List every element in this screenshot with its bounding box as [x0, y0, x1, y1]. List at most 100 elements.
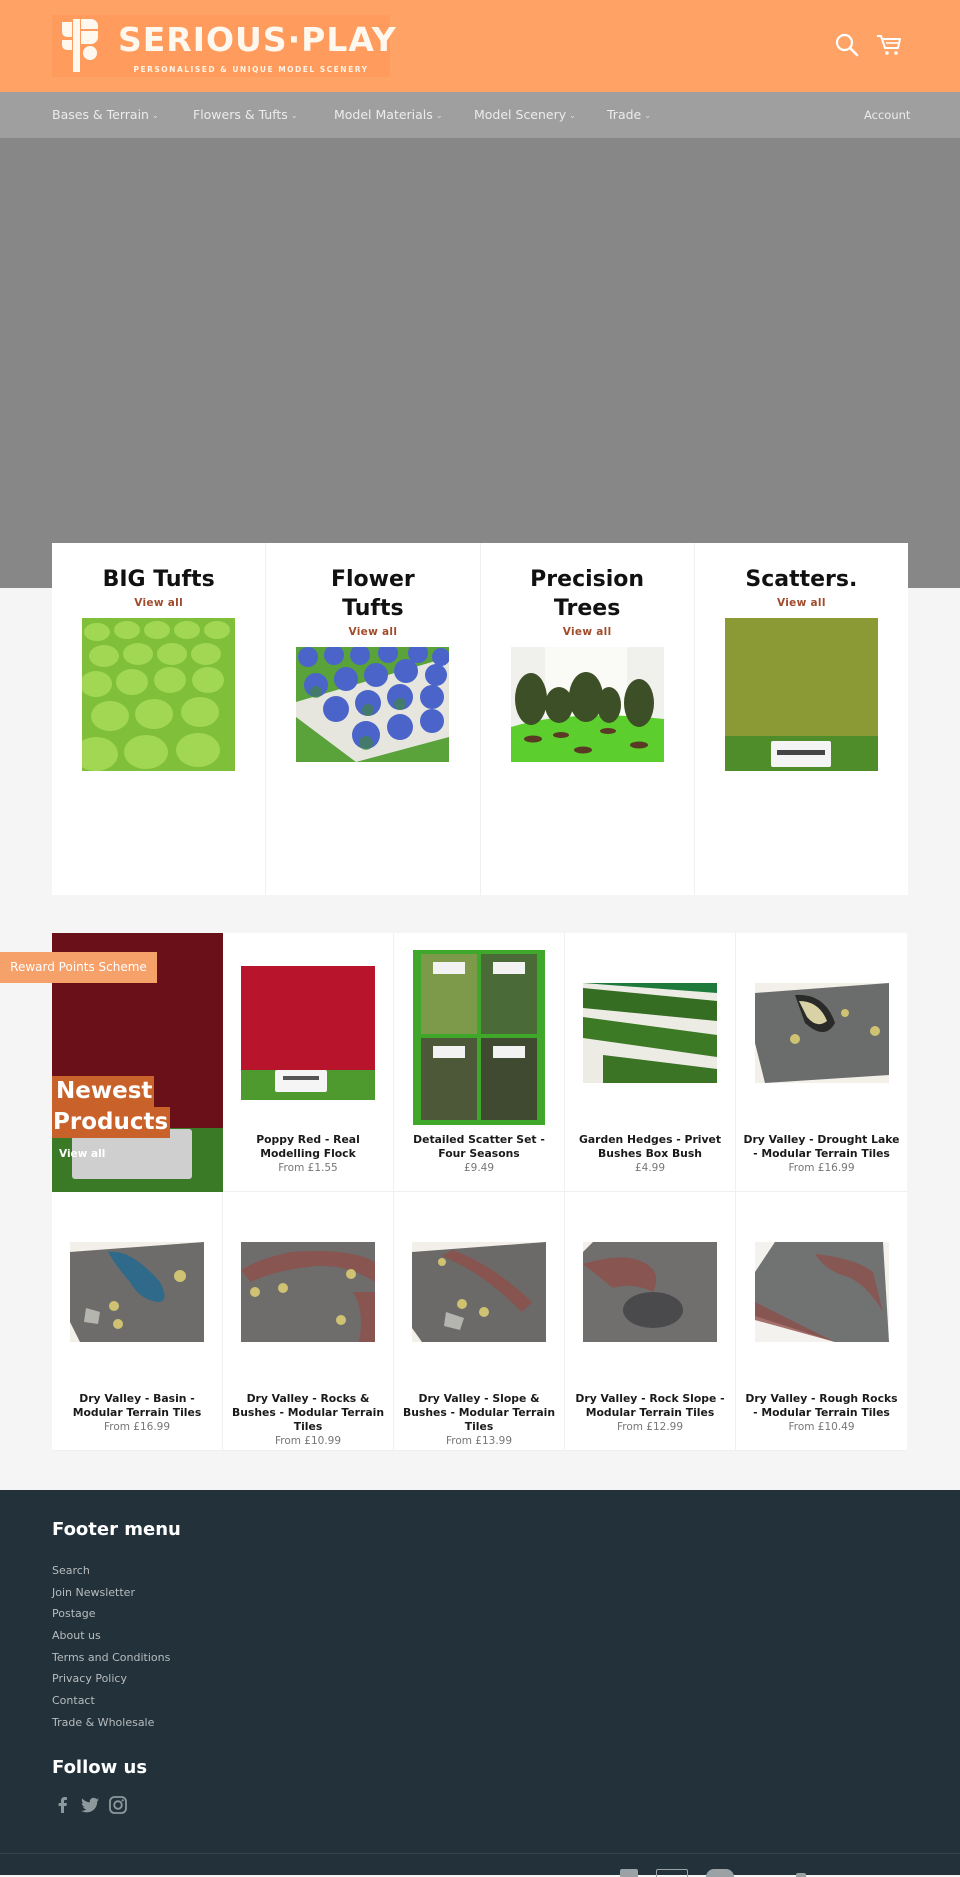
follow-us-heading: Follow us	[52, 1757, 148, 1778]
product-title: Garden Hedges - Privet Bushes Box Bush	[579, 1133, 721, 1160]
footer-menu-heading: Footer menu	[52, 1519, 181, 1540]
search-icon[interactable]	[834, 32, 860, 58]
product-card[interactable]: Detailed Scatter Set - Four Seasons £9.4…	[394, 933, 565, 1192]
product-price: From £10.99	[274, 1435, 342, 1447]
nav-label: Trade	[607, 107, 642, 122]
product-price: From £16.99	[788, 1162, 855, 1174]
account-link[interactable]: Account	[864, 92, 910, 138]
site-header: SERIOUS·PLAY PERSONALISED & UNIQUE MODEL…	[0, 0, 960, 92]
product-title: Poppy Red - Real Modelling Flock	[256, 1133, 360, 1160]
collection-big-tufts[interactable]: BIG Tufts View all	[52, 543, 267, 895]
product-price: From £13.99	[445, 1435, 513, 1447]
logo-link[interactable]: SERIOUS·PLAY PERSONALISED & UNIQUE MODEL…	[52, 15, 396, 77]
product-card[interactable]: Dry Valley - Rough Rocks - Modular Terra…	[736, 1192, 907, 1451]
collection-title: Flower Tufts	[330, 567, 415, 621]
footer-link-postage[interactable]: Postage	[52, 1603, 170, 1625]
product-info: Dry Valley - Basin - Modular Terrain Til…	[58, 1392, 216, 1434]
footer-menu: Search Join Newsletter Postage About us …	[52, 1560, 170, 1734]
footer-link-terms[interactable]: Terms and Conditions	[52, 1647, 170, 1669]
product-card[interactable]: Dry Valley - Rocks & Bushes - Modular Te…	[223, 1192, 394, 1451]
view-all-link[interactable]: View all	[266, 626, 479, 638]
collection-image-grass-tufts	[74, 618, 236, 771]
nav-item-trade[interactable]: Trade ⌄	[607, 92, 651, 138]
product-info: Dry Valley - Drought Lake - Modular Terr…	[742, 1133, 901, 1175]
product-image-basin	[70, 1242, 204, 1342]
view-all-link[interactable]: View all	[59, 1148, 105, 1160]
product-info: Garden Hedges - Privet Bushes Box Bush £…	[571, 1133, 729, 1175]
product-image-scatter-set	[413, 949, 545, 1125]
reward-points-button[interactable]: Reward Points Scheme	[0, 952, 157, 983]
chevron-down-icon: ⌄	[435, 111, 443, 120]
collection-title: Scatters.	[745, 567, 858, 592]
view-all-link[interactable]: View all	[52, 597, 265, 609]
view-all-link[interactable]: View all	[481, 626, 694, 638]
product-image-drought-lake	[754, 983, 889, 1083]
footer-link-about[interactable]: About us	[52, 1625, 170, 1647]
product-info: Detailed Scatter Set - Four Seasons £9.4…	[400, 1133, 558, 1175]
product-image-wrap	[565, 933, 735, 1133]
product-image-wrap	[223, 933, 393, 1133]
product-card[interactable]: Dry Valley - Slope & Bushes - Modular Te…	[394, 1192, 565, 1451]
product-price: From £12.99	[616, 1421, 684, 1433]
product-info: Dry Valley - Rough Rocks - Modular Terra…	[742, 1392, 901, 1434]
product-grid: Newest Products View all Poppy Red - Rea…	[52, 933, 908, 1451]
product-price: From £1.55	[278, 1162, 338, 1174]
product-card[interactable]: Dry Valley - Basin - Modular Terrain Til…	[52, 1192, 223, 1451]
product-title: Dry Valley - Drought Lake - Modular Terr…	[743, 1133, 900, 1160]
product-price: From £16.99	[103, 1421, 171, 1433]
collection-scatters[interactable]: Scatters. View all	[695, 543, 908, 895]
nav-label: Flowers & Tufts	[193, 107, 288, 122]
view-all-link[interactable]: View all	[695, 597, 908, 609]
product-image-wrap	[394, 933, 564, 1133]
product-price: £4.99	[634, 1162, 666, 1174]
product-image-wrap	[565, 1192, 735, 1392]
collection-grid: BIG Tufts View all Flower Tufts View all	[52, 543, 908, 895]
footer-link-contact[interactable]: Contact	[52, 1690, 170, 1712]
product-info: Dry Valley - Slope & Bushes - Modular Te…	[400, 1392, 558, 1448]
nav-label: Model Scenery	[474, 107, 567, 122]
twitter-icon[interactable]	[80, 1795, 100, 1815]
chevron-down-icon: ⌄	[290, 111, 298, 120]
footer-link-trade[interactable]: Trade & Wholesale	[52, 1712, 170, 1734]
nav-item-model-scenery[interactable]: Model Scenery ⌄	[474, 92, 576, 138]
product-info: Dry Valley - Rock Slope - Modular Terrai…	[571, 1392, 729, 1434]
product-image-wrap	[223, 1192, 393, 1392]
product-card[interactable]: Dry Valley - Rock Slope - Modular Terrai…	[565, 1192, 736, 1451]
chevron-down-icon: ⌄	[151, 111, 159, 120]
nav-item-model-materials[interactable]: Model Materials ⌄	[334, 92, 443, 138]
product-price: From £10.49	[788, 1421, 855, 1433]
product-info: Poppy Red - Real Modelling Flock From £1…	[229, 1133, 387, 1175]
amex-icon	[620, 1869, 638, 1877]
main-nav: Bases & Terrain ⌄ Flowers & Tufts ⌄ Model …	[0, 92, 960, 138]
product-card[interactable]: Dry Valley - Drought Lake - Modular Terr…	[736, 933, 907, 1192]
collection-precision-trees[interactable]: Precision Trees View all	[481, 543, 695, 895]
product-image-wrap	[52, 1192, 222, 1392]
chevron-down-icon: ⌄	[644, 111, 651, 120]
feature-title: Newest Products	[52, 1076, 171, 1138]
cart-icon[interactable]	[876, 32, 902, 58]
hero-banner	[0, 138, 960, 588]
logo-tagline: PERSONALISED & UNIQUE MODEL SCENERY	[133, 65, 369, 74]
collection-title: BIG Tufts	[102, 567, 215, 592]
product-card[interactable]: Garden Hedges - Privet Bushes Box Bush £…	[565, 933, 736, 1192]
nav-item-flowers-tufts[interactable]: Flowers & Tufts ⌄	[193, 92, 298, 138]
facebook-icon[interactable]	[53, 1795, 73, 1815]
product-title: Dry Valley - Slope & Bushes - Modular Te…	[403, 1392, 555, 1433]
collection-flower-tufts[interactable]: Flower Tufts View all	[266, 543, 481, 895]
nav-item-bases-terrain[interactable]: Bases & Terrain ⌄	[52, 92, 159, 138]
product-title: Detailed Scatter Set - Four Seasons	[413, 1133, 545, 1160]
product-price: £9.49	[463, 1162, 495, 1174]
site-footer: Footer menu Search Join Newsletter Posta…	[0, 1490, 960, 1877]
product-title: Dry Valley - Rock Slope - Modular Terrai…	[575, 1392, 725, 1419]
mastercard-icon	[706, 1869, 734, 1877]
footer-link-privacy[interactable]: Privacy Policy	[52, 1668, 170, 1690]
footer-link-newsletter[interactable]: Join Newsletter	[52, 1582, 170, 1604]
footer-link-search[interactable]: Search	[52, 1560, 170, 1582]
collection-image-scatter	[724, 618, 878, 771]
apple-pay-icon	[656, 1869, 688, 1877]
product-image-poppy-red	[241, 966, 375, 1100]
product-card[interactable]: Poppy Red - Real Modelling Flock From £1…	[223, 933, 394, 1192]
product-image-rock-slope	[583, 1242, 717, 1342]
instagram-icon[interactable]	[108, 1795, 128, 1815]
chevron-down-icon: ⌄	[569, 111, 576, 120]
